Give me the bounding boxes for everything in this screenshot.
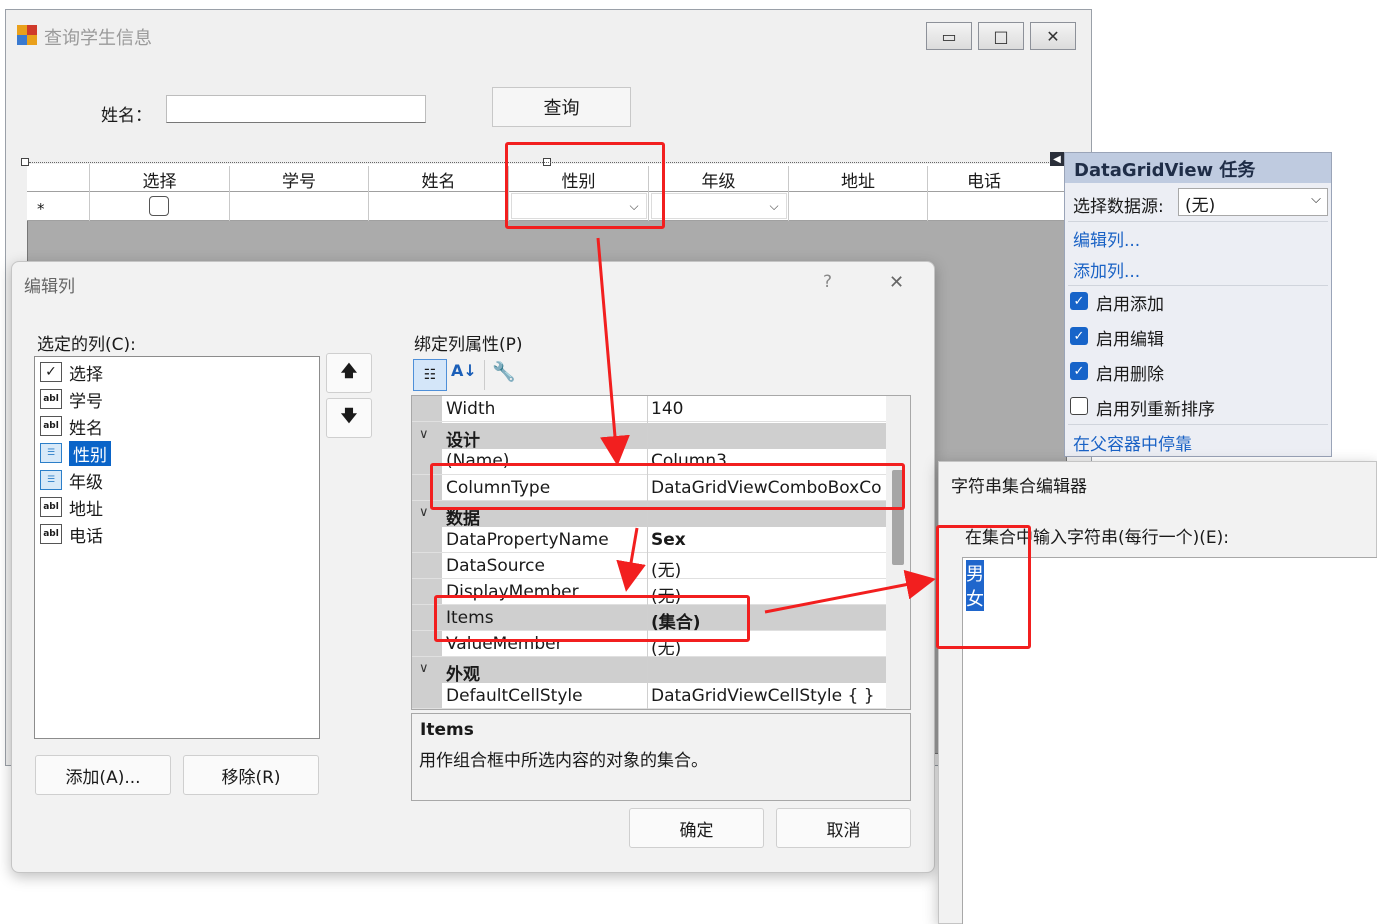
arrow-to-items: [616, 527, 646, 592]
arrow-to-strings: [764, 569, 936, 614]
annotation-arrows: [596, 237, 936, 614]
arrow-to-columntype: [596, 237, 630, 466]
